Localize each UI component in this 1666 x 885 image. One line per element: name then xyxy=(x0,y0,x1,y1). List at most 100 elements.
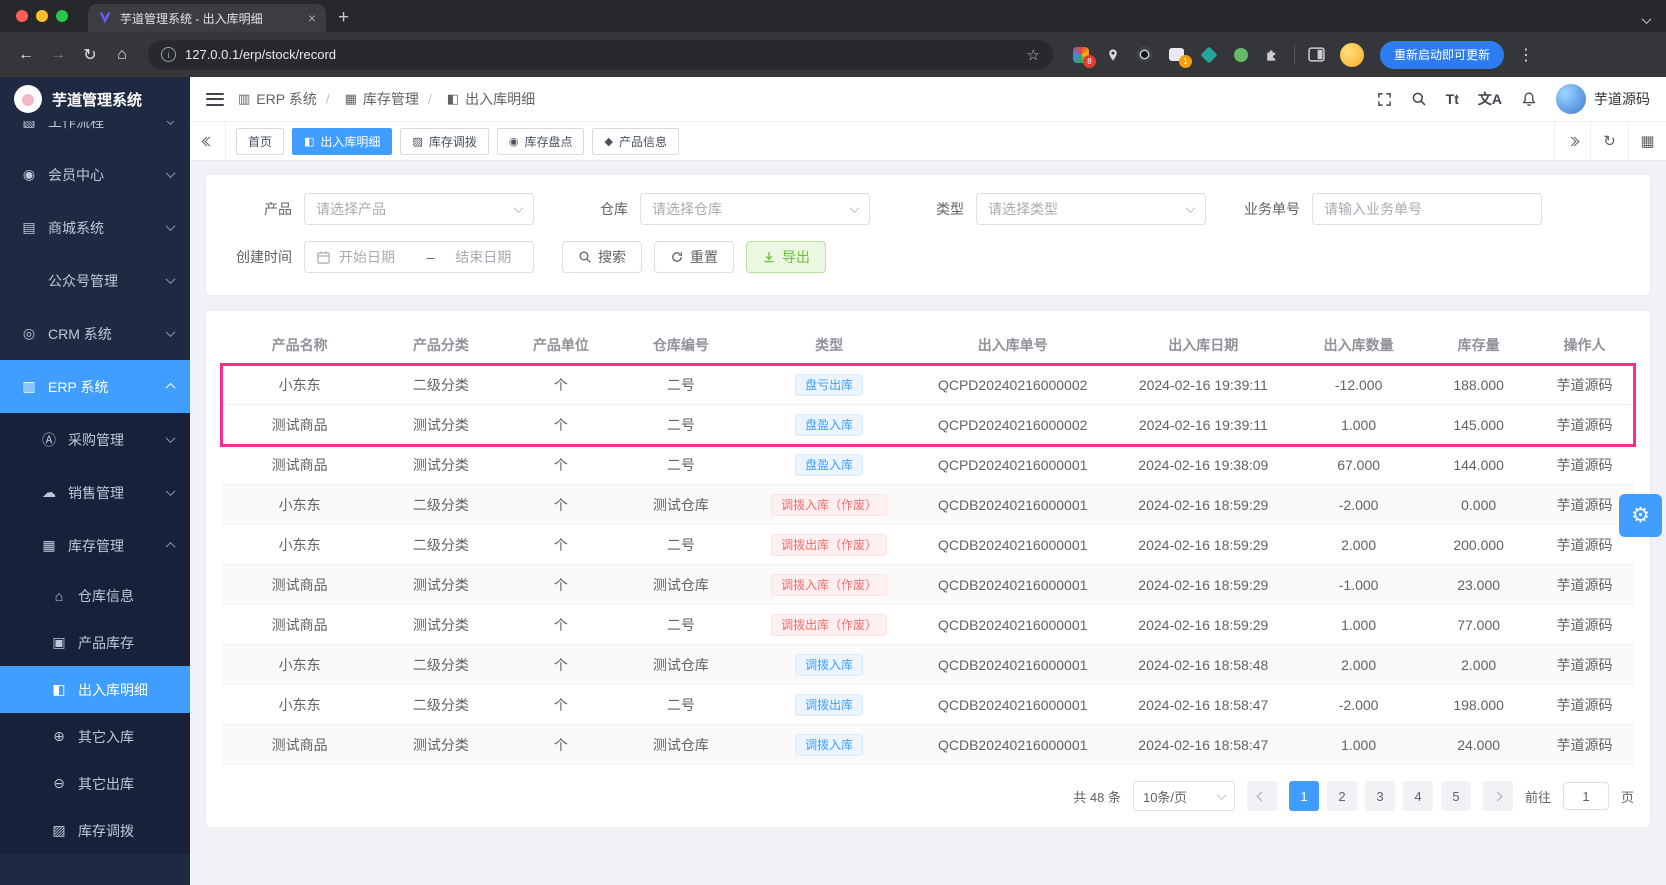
table-row[interactable]: 测试商品 测试分类 个 二号 盘盈入库 QCPD20240216000001 2… xyxy=(222,445,1634,485)
tab-list-chevron-icon[interactable] xyxy=(1643,17,1656,24)
sidebar-item[interactable]: ◧ 出入库明细 xyxy=(0,666,190,713)
page-number-button[interactable]: 1 xyxy=(1289,781,1319,811)
fullscreen-icon[interactable] xyxy=(1377,92,1392,107)
date-range-picker[interactable]: 开始日期 – 结束日期 xyxy=(304,241,534,273)
product-select[interactable]: 请选择产品 xyxy=(304,193,534,225)
extension-pin-icon[interactable] xyxy=(1103,45,1122,64)
user-menu[interactable]: 芋道源码 xyxy=(1556,84,1650,114)
page-tab[interactable]: ◧ 出入库明细 xyxy=(292,128,392,155)
table-row[interactable]: 小东东 二级分类 个 二号 调拨出库（作废） QCDB2024021600000… xyxy=(222,525,1634,565)
app-logo[interactable]: 芋道管理系统 xyxy=(0,77,190,121)
site-info-icon[interactable]: i xyxy=(161,47,176,62)
page-tab[interactable]: ▨ 库存调拨 xyxy=(400,128,488,155)
browser-tab[interactable]: 芋道管理系统 - 出入库明细 × xyxy=(88,4,326,32)
page-tab[interactable]: 首页 xyxy=(236,128,284,155)
sidebar-item[interactable]: 公众号管理 xyxy=(0,254,190,307)
extension-leaf-icon[interactable] xyxy=(1231,45,1250,64)
scroll-tags-left-icon[interactable] xyxy=(190,122,226,160)
page-tab[interactable]: ◆ 产品信息 xyxy=(592,128,678,155)
sidebar-item[interactable]: ▦ 库存管理 xyxy=(0,519,190,572)
side-panel-icon[interactable] xyxy=(1307,45,1326,64)
column-header[interactable]: 产品分类 xyxy=(377,335,504,355)
sidebar-item[interactable]: ⊕ 其它入库 xyxy=(0,713,190,760)
extension-dark-icon[interactable] xyxy=(1135,45,1154,64)
refresh-page-icon[interactable]: ↻ xyxy=(1590,122,1628,160)
next-page-button[interactable] xyxy=(1483,781,1513,811)
type-select[interactable]: 请选择类型 xyxy=(976,193,1206,225)
extension-badge-count-2: 1 xyxy=(1179,55,1192,68)
sidebar-item[interactable]: ◎ CRM 系统 xyxy=(0,307,190,360)
column-header[interactable]: 产品名称 xyxy=(222,335,377,355)
table-row[interactable]: 小东东 二级分类 个 二号 调拨出库 QCDB20240216000001 20… xyxy=(222,685,1634,725)
sidebar-item[interactable]: ▣ 产品库存 xyxy=(0,619,190,666)
extension-teal-icon[interactable] xyxy=(1199,45,1218,64)
home-icon[interactable]: ⌂ xyxy=(108,41,136,69)
prev-page-button[interactable] xyxy=(1247,781,1277,811)
page-number-button[interactable]: 4 xyxy=(1403,781,1433,811)
minimize-window-button[interactable] xyxy=(36,10,48,22)
collapse-menu-icon[interactable] xyxy=(206,93,224,106)
column-header[interactable]: 仓库编号 xyxy=(617,335,744,355)
table-row[interactable]: 测试商品 测试分类 个 测试仓库 调拨入库 QCDB20240216000001… xyxy=(222,725,1634,765)
address-bar[interactable]: i 127.0.0.1/erp/stock/record ☆ xyxy=(148,40,1053,70)
translate-icon[interactable]: 文A xyxy=(1478,89,1502,109)
breadcrumb-item[interactable]: / ▥ ERP 系统 xyxy=(238,89,317,109)
column-header[interactable]: 出入库日期 xyxy=(1112,335,1296,355)
tab-close-icon[interactable]: × xyxy=(308,11,316,25)
fullscreen-window-button[interactable] xyxy=(56,10,68,22)
extension-color-icon[interactable]: 8 xyxy=(1071,45,1090,64)
page-tab[interactable]: ◉ 库存盘点 xyxy=(497,128,585,155)
notification-bell-icon[interactable] xyxy=(1521,91,1537,107)
browser-update-button[interactable]: 重新启动即可更新 xyxy=(1380,41,1504,69)
sidebar-item[interactable]: ◉ 会员中心 xyxy=(0,148,190,201)
sidebar-item[interactable]: ▤ 商城系统 xyxy=(0,201,190,254)
font-size-icon[interactable]: Tt xyxy=(1446,91,1459,107)
table-row[interactable]: 测试商品 测试分类 个 二号 盘盈入库 QCPD20240216000002 2… xyxy=(222,405,1634,445)
table-row[interactable]: 小东东 二级分类 个 测试仓库 调拨入库（作废） QCDB20240216000… xyxy=(222,485,1634,525)
column-header[interactable]: 操作人 xyxy=(1535,335,1634,355)
column-header[interactable]: 库存量 xyxy=(1422,335,1535,355)
sidebar-item[interactable]: ⊖ 其它出库 xyxy=(0,760,190,807)
column-header[interactable]: 产品单位 xyxy=(504,335,617,355)
page-number-button[interactable]: 5 xyxy=(1441,781,1471,811)
table-row[interactable]: 小东东 二级分类 个 测试仓库 调拨入库 QCDB20240216000001 … xyxy=(222,645,1634,685)
column-header[interactable]: 类型 xyxy=(744,335,913,355)
table-row[interactable]: 测试商品 测试分类 个 测试仓库 调拨入库（作废） QCDB2024021600… xyxy=(222,565,1634,605)
table-row[interactable]: 小东东 二级分类 个 二号 盘亏出库 QCPD20240216000002 20… xyxy=(222,365,1634,405)
url-text[interactable]: 127.0.0.1/erp/stock/record xyxy=(185,47,1018,62)
sidebar-item[interactable]: ▨ 库存调拨 xyxy=(0,807,190,854)
order-no-input[interactable] xyxy=(1312,193,1542,225)
breadcrumb-item[interactable]: / ▦ 库存管理 xyxy=(317,89,419,109)
scroll-tags-right-icon[interactable] xyxy=(1554,122,1590,160)
reload-icon[interactable]: ↻ xyxy=(76,41,104,69)
page-number-button[interactable]: 2 xyxy=(1327,781,1357,811)
sidebar-item[interactable]: ⌂ 仓库信息 xyxy=(0,572,190,619)
bookmark-star-icon[interactable]: ☆ xyxy=(1027,46,1040,64)
forward-icon[interactable]: → xyxy=(44,41,72,69)
browser-profile-avatar[interactable] xyxy=(1340,43,1364,67)
goto-page-input[interactable] xyxy=(1563,782,1609,810)
sidebar-item[interactable]: Ⓐ 采购管理 xyxy=(0,413,190,466)
search-icon[interactable] xyxy=(1411,91,1427,107)
theme-settings-gear-icon[interactable]: ⚙ xyxy=(1619,494,1662,537)
column-header[interactable]: 出入库单号 xyxy=(914,335,1112,355)
warehouse-select[interactable]: 请选择仓库 xyxy=(640,193,870,225)
sidebar-item[interactable]: ☁ 销售管理 xyxy=(0,466,190,519)
export-button[interactable]: 导出 xyxy=(746,241,826,273)
layout-grid-icon[interactable]: ▦ xyxy=(1628,122,1666,160)
search-button[interactable]: 搜索 xyxy=(562,241,642,273)
new-tab-button[interactable]: + xyxy=(338,7,349,29)
close-window-button[interactable] xyxy=(16,10,28,22)
page-size-select[interactable]: 10条/页 xyxy=(1133,781,1235,811)
extension-chat-icon[interactable]: 1 xyxy=(1167,45,1186,64)
page-number-button[interactable]: 3 xyxy=(1365,781,1395,811)
browser-menu-icon[interactable]: ⋮ xyxy=(1518,45,1534,65)
reset-button[interactable]: 重置 xyxy=(654,241,734,273)
back-icon[interactable]: ← xyxy=(12,41,40,69)
cell-product-category: 二级分类 xyxy=(377,655,504,675)
table-row[interactable]: 测试商品 测试分类 个 二号 调拨出库（作废） QCDB202402160000… xyxy=(222,605,1634,645)
sidebar-item[interactable]: ▥ ERP 系统 xyxy=(0,360,190,413)
puzzle-extensions-icon[interactable] xyxy=(1263,45,1282,64)
column-header[interactable]: 出入库数量 xyxy=(1295,335,1422,355)
breadcrumb-item[interactable]: / ◧ 出入库明细 xyxy=(419,89,535,109)
